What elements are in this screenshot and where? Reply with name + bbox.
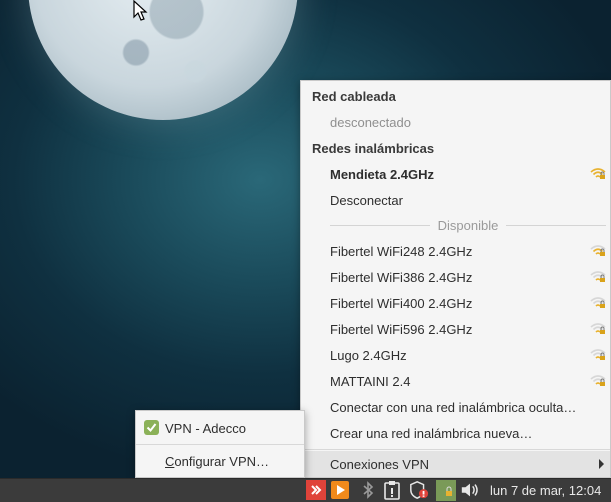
checkbox-checked-icon[interactable] (144, 420, 159, 435)
network-label: Fibertel WiFi386 2.4GHz (330, 269, 473, 285)
wifi-locked-icon (590, 271, 606, 282)
anydesk-icon[interactable] (306, 480, 326, 500)
network-item[interactable]: Fibertel WiFi386 2.4GHz (301, 264, 610, 290)
wired-header: Red cableada (312, 88, 396, 104)
wifi-locked-icon (590, 349, 606, 360)
wireless-header: Redes inalámbricas (312, 140, 435, 156)
network-label: Fibertel WiFi596 2.4GHz (330, 321, 473, 337)
disconnect-item[interactable]: Desconectar (301, 187, 610, 213)
wifi-signal-icon (590, 168, 606, 179)
vpn-connections-submenu[interactable]: Conexiones VPN (301, 451, 610, 477)
vpn-connection-label: VPN - Adecco (165, 420, 246, 436)
menu-divider (301, 449, 610, 450)
configure-vpn-item[interactable]: Configurar VPN… (136, 448, 304, 474)
network-item[interactable]: Fibertel WiFi596 2.4GHz (301, 316, 610, 342)
wifi-locked-icon (590, 323, 606, 334)
available-label: Disponible (437, 217, 499, 233)
vpn-submenu: VPN - Adecco Configurar VPN… (135, 410, 305, 478)
vpn-connection-item[interactable]: VPN - Adecco (136, 415, 304, 441)
connected-network-item[interactable]: Mendieta 2.4GHz (301, 161, 610, 187)
configure-vpn-label: Configurar VPN… (165, 453, 270, 469)
network-menu: Red cableada desconectado Redes inalámbr… (300, 80, 611, 478)
connect-hidden-network-item[interactable]: Conectar con una red inalámbrica oculta… (301, 394, 610, 420)
vpn-menu-divider (136, 444, 304, 445)
wifi-locked-icon (590, 297, 606, 308)
clipboard-icon[interactable] (382, 480, 402, 500)
wifi-locked-icon (590, 375, 606, 386)
network-label: Fibertel WiFi400 2.4GHz (330, 295, 473, 311)
available-separator: Disponible (301, 215, 610, 235)
network-label: Fibertel WiFi248 2.4GHz (330, 243, 473, 259)
shield-update-icon[interactable] (409, 480, 429, 500)
network-label: Lugo 2.4GHz (330, 347, 407, 363)
connected-network-label: Mendieta 2.4GHz (330, 166, 435, 182)
submenu-arrow-icon (599, 459, 604, 469)
network-item[interactable]: Lugo 2.4GHz (301, 342, 610, 368)
clock[interactable]: lun 7 de mar, 12:04 (490, 481, 601, 501)
media-player-icon[interactable] (330, 480, 350, 500)
bluetooth-icon[interactable] (358, 480, 378, 500)
network-item[interactable]: Fibertel WiFi248 2.4GHz (301, 238, 610, 264)
network-label: MATTAINI 2.4 (330, 373, 411, 389)
wired-status: desconectado (330, 114, 411, 130)
wifi-locked-icon (590, 245, 606, 256)
volume-icon[interactable] (460, 480, 480, 500)
network-item[interactable]: Fibertel WiFi400 2.4GHz (301, 290, 610, 316)
mouse-pointer-icon (133, 0, 148, 21)
vpn-connections-label: Conexiones VPN (330, 456, 429, 472)
network-item[interactable]: MATTAINI 2.4 (301, 368, 610, 394)
network-locked-icon[interactable] (436, 480, 456, 501)
moon-image (28, 0, 298, 120)
create-network-item[interactable]: Crear una red inalámbrica nueva… (301, 420, 610, 446)
